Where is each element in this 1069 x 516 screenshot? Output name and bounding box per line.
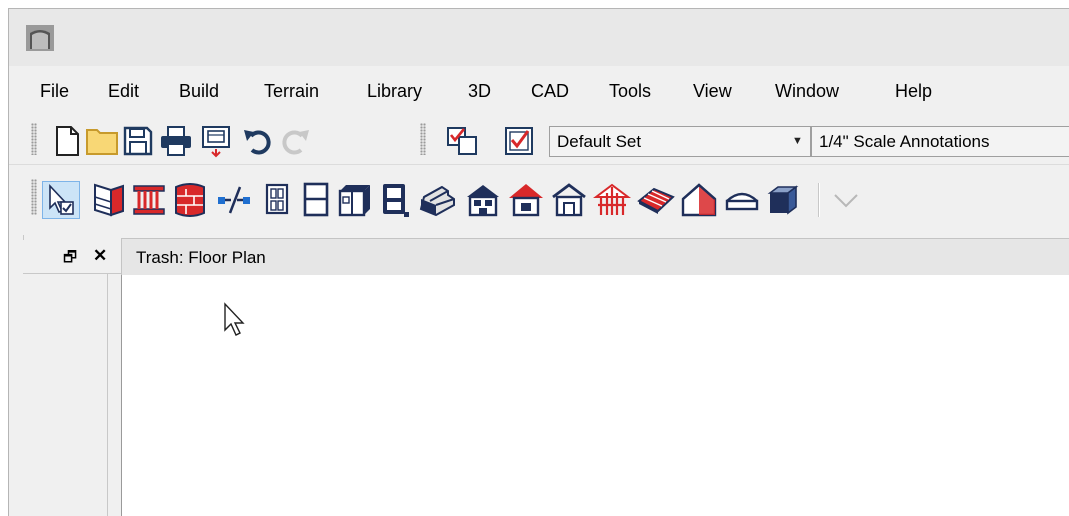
- chevron-down-icon[interactable]: [829, 183, 863, 217]
- menu-tools[interactable]: Tools: [609, 80, 651, 102]
- cabinet-tool-icon[interactable]: [336, 181, 374, 219]
- chevron-down-icon: ▼: [792, 135, 803, 147]
- menu-file[interactable]: File: [40, 80, 69, 102]
- build-toolbar: [9, 165, 1069, 235]
- solid-3d-icon[interactable]: [766, 181, 802, 219]
- toolbar-grip[interactable]: [420, 123, 426, 155]
- menu-3d[interactable]: 3D: [468, 80, 491, 102]
- wall-tool-icon[interactable]: [91, 181, 127, 219]
- new-file-icon[interactable]: [52, 125, 82, 157]
- stairs-tool-icon[interactable]: [418, 181, 458, 219]
- redo-icon[interactable]: [279, 126, 311, 156]
- app-window: File Edit Build Terrain Library 3D CAD T…: [8, 8, 1069, 516]
- room-tool-icon[interactable]: [550, 181, 588, 219]
- save-icon[interactable]: [122, 125, 154, 157]
- menu-help[interactable]: Help: [895, 80, 932, 102]
- slab-tool-icon[interactable]: [723, 181, 761, 219]
- toolbar-separator: [818, 183, 820, 217]
- toolbar-grip[interactable]: [31, 179, 37, 215]
- annotation-set-dropdown[interactable]: 1/4" Scale Annotations ▼: [811, 126, 1069, 157]
- roof-tool-icon[interactable]: [507, 181, 545, 219]
- print-preview-icon[interactable]: [199, 124, 233, 158]
- view-tab-bar: Trash: Floor Plan: [121, 238, 1069, 276]
- mouse-cursor-icon: [224, 302, 245, 336]
- select-objects-button[interactable]: [42, 181, 80, 219]
- appliance-tool-icon[interactable]: [378, 181, 412, 219]
- close-icon[interactable]: ✕: [93, 246, 107, 266]
- house-builder-icon[interactable]: [464, 181, 502, 219]
- brick-wall-icon[interactable]: [172, 181, 208, 219]
- toolbar-grip[interactable]: [31, 123, 37, 155]
- drawing-canvas[interactable]: [121, 275, 1069, 516]
- gable-wall-icon[interactable]: [680, 181, 718, 219]
- select-objects-icon: [49, 183, 74, 215]
- menu-library[interactable]: Library: [367, 80, 422, 102]
- app-logo-icon: [26, 25, 54, 51]
- side-panel: [23, 274, 108, 516]
- open-folder-icon[interactable]: [85, 126, 119, 156]
- checkbox-icon[interactable]: [503, 125, 535, 157]
- menu-bar: File Edit Build Terrain Library 3D CAD T…: [9, 71, 1069, 109]
- deck-tool-icon[interactable]: [636, 181, 676, 219]
- dimension-tool-icon[interactable]: [215, 181, 253, 219]
- left-edge-strip: [9, 235, 24, 516]
- menu-cad[interactable]: CAD: [531, 80, 569, 102]
- menu-window[interactable]: Window: [775, 80, 839, 102]
- layer-set-dropdown[interactable]: Default Set ▼: [549, 126, 811, 157]
- annotation-set-value: 1/4" Scale Annotations: [819, 132, 990, 151]
- framing-tool-icon[interactable]: [593, 181, 631, 219]
- side-panel-header: 🗗 ✕: [23, 240, 121, 273]
- window-tool-icon[interactable]: [260, 181, 294, 219]
- menu-view[interactable]: View: [693, 80, 732, 102]
- title-bar: [9, 9, 1069, 66]
- undo-icon[interactable]: [242, 126, 274, 156]
- float-window-icon[interactable]: 🗗: [63, 247, 77, 272]
- standard-toolbar: Default Set ▼ 1/4" Scale Annotations ▼: [9, 113, 1069, 165]
- menu-build[interactable]: Build: [179, 80, 219, 102]
- door-tool-icon[interactable]: [299, 181, 333, 219]
- railing-fence-icon[interactable]: [131, 181, 167, 219]
- menu-terrain[interactable]: Terrain: [264, 80, 319, 102]
- view-tab-title[interactable]: Trash: Floor Plan: [136, 248, 266, 268]
- menu-edit[interactable]: Edit: [108, 80, 139, 102]
- layer-set-value: Default Set: [557, 132, 642, 151]
- print-icon[interactable]: [159, 125, 193, 157]
- layer-display-options-icon[interactable]: [445, 125, 479, 157]
